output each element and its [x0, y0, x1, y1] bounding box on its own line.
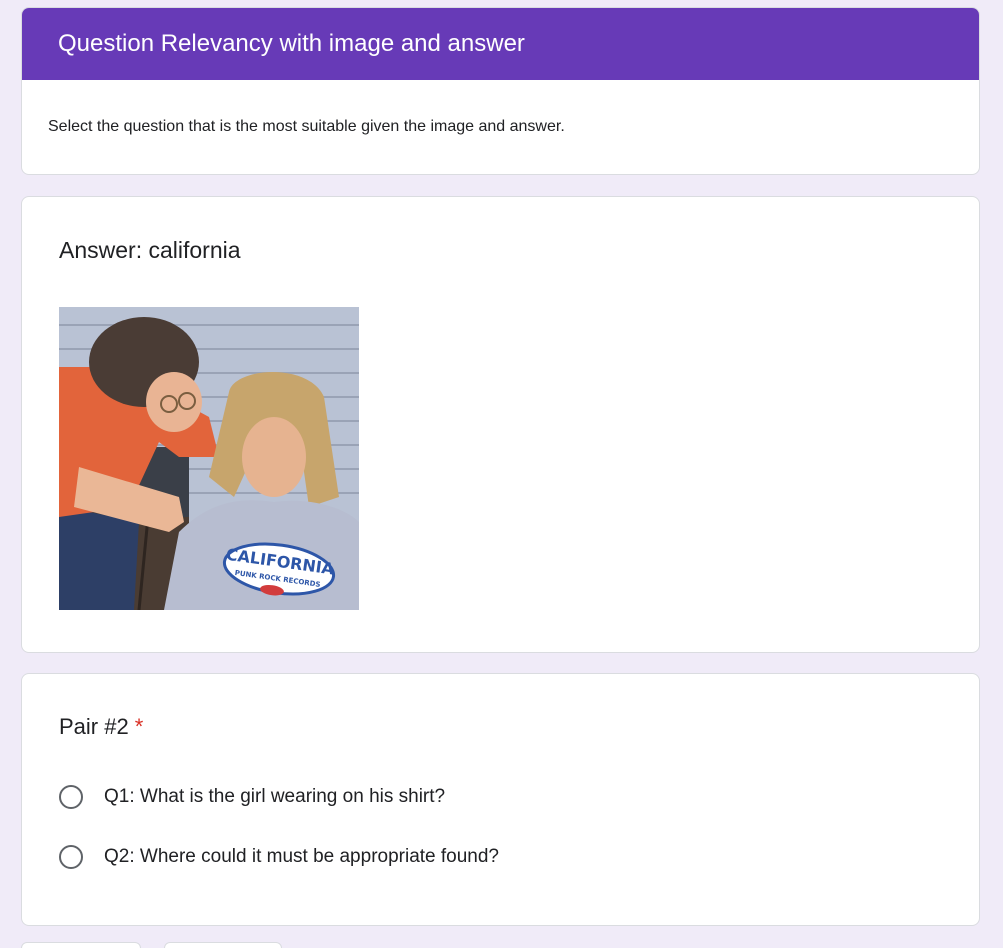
option-label-q2: Q2: Where could it must be appropriate f… [104, 846, 500, 867]
question-title: Pair #2 * [59, 714, 143, 740]
question-title-text: Pair #2 [59, 714, 129, 739]
question-card: Pair #2 * Q1: What is the girl wearing on… [21, 673, 980, 926]
required-asterisk: * [134, 714, 144, 739]
answer-label: Answer: california [59, 237, 241, 263]
image-card: Answer: california CALIFORNIA PUNK ROCK … [21, 196, 980, 653]
radio-button-q2[interactable] [59, 845, 83, 869]
option-label-q1: Q1: What is the girl wearing on his shir… [104, 786, 446, 807]
form-header-card: Question Relevancy with image and answer… [21, 7, 980, 175]
form-title: Question Relevancy with image and answer [58, 30, 525, 57]
form-page: Question Relevancy with image and answer… [0, 0, 1003, 948]
question-image: CALIFORNIA PUNK ROCK RECORDS [59, 307, 359, 610]
option-q1[interactable]: Q1: What is the girl wearing on his shir… [59, 785, 445, 809]
radio-button-q1[interactable] [59, 785, 83, 809]
secondary-button-partial[interactable] [164, 942, 282, 948]
next-button-partial[interactable] [21, 942, 141, 948]
form-description: Select the question that is the most sui… [48, 118, 565, 135]
header-band: Question Relevancy with image and answer [22, 8, 979, 80]
option-q2[interactable]: Q2: Where could it must be appropriate f… [59, 845, 499, 869]
